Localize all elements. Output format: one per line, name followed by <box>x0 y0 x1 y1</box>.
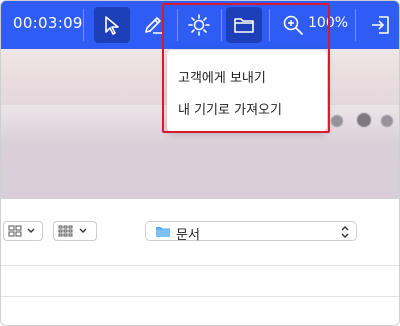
remote-icon <box>331 115 343 127</box>
grid-view-icon <box>8 225 22 237</box>
updown-chevron-icon <box>341 226 349 238</box>
cursor-icon <box>105 16 119 35</box>
divider <box>1 296 399 297</box>
list-view-icon <box>58 225 73 237</box>
remote-icon <box>357 113 371 127</box>
folder-icon <box>156 227 170 237</box>
location-select[interactable]: 문서 <box>145 221 357 243</box>
zoom-button[interactable] <box>275 7 311 43</box>
exit-icon <box>372 16 389 34</box>
menu-item-import-to-device[interactable]: 내 기기로 가져오기 <box>178 99 282 118</box>
grid-view-toggle[interactable] <box>3 221 43 241</box>
folder-menu: 고객에게 보내기 내 기기로 가져오기 <box>167 50 327 132</box>
chevron-down-icon <box>79 228 87 233</box>
pencil-icon <box>145 17 162 34</box>
zoom-level: 100% <box>308 15 349 31</box>
top-toolbar: 00:03:09 100% <box>1 1 399 49</box>
chevron-down-icon <box>27 228 35 233</box>
app-window: 00:03:09 100% 문서 고객에게 보내기 내 기기로 가져오기 <box>0 0 400 326</box>
exit-button[interactable] <box>363 7 399 43</box>
cursor-button[interactable] <box>94 7 130 43</box>
toolbar-divider <box>269 9 270 41</box>
file-panel: 문서 <box>1 199 399 325</box>
session-timer: 00:03:09 <box>13 14 83 32</box>
brightness-button[interactable] <box>181 7 217 43</box>
pencil-button[interactable] <box>135 7 171 43</box>
brightness-icon <box>188 14 210 36</box>
toolbar-divider <box>355 9 356 41</box>
list-view-toggle[interactable] <box>53 221 97 241</box>
toolbar-divider <box>177 9 178 41</box>
zoom-in-icon <box>283 15 303 35</box>
folder-icon <box>234 18 254 33</box>
divider <box>1 265 399 266</box>
folder-button[interactable] <box>226 7 262 43</box>
toolbar-divider <box>83 9 84 41</box>
toolbar-divider <box>221 9 222 41</box>
remote-icon <box>381 115 393 127</box>
menu-item-send-to-customer[interactable]: 고객에게 보내기 <box>178 67 266 86</box>
location-label: 문서 <box>176 228 200 243</box>
